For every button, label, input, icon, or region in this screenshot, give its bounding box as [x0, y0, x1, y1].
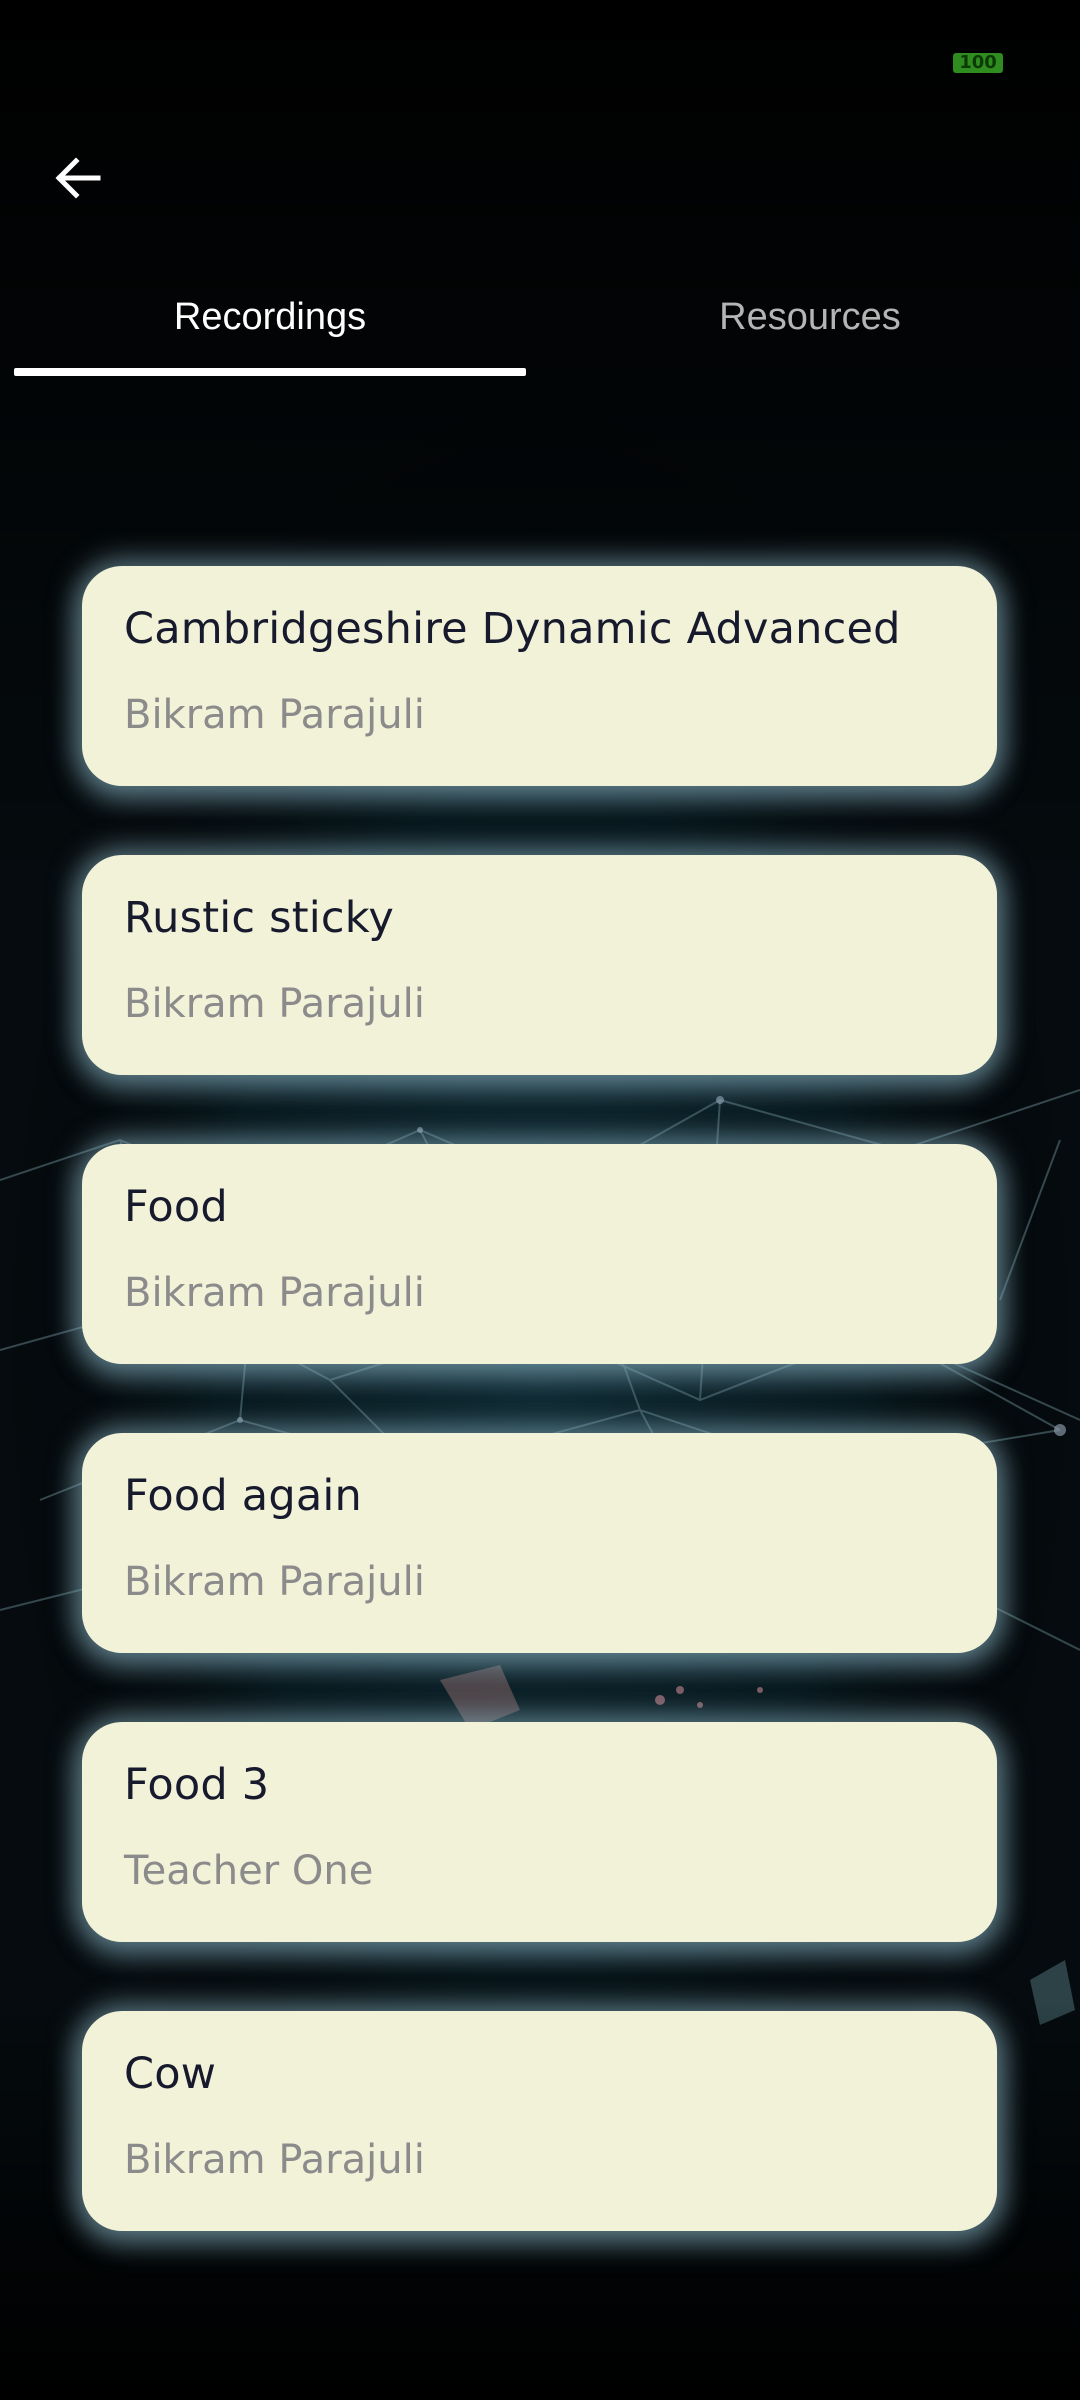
recording-author: Bikram Parajuli	[124, 1559, 425, 1605]
tab-recordings[interactable]: Recordings	[14, 265, 526, 380]
active-tab-indicator	[14, 368, 526, 376]
recording-card[interactable]: Food 3 Teacher One	[82, 1722, 997, 1942]
recording-title: Food again	[124, 1471, 362, 1521]
recording-author: Teacher One	[124, 1848, 374, 1894]
recording-title: Food	[124, 1182, 228, 1232]
status-bar: 100	[0, 0, 1080, 120]
recording-card[interactable]: Cambridgeshire Dynamic Advanced Bikram P…	[82, 566, 997, 786]
battery-level: 100	[959, 52, 997, 73]
recording-card[interactable]: Cow Bikram Parajuli	[82, 2011, 997, 2231]
tab-resources[interactable]: Resources	[554, 265, 1066, 380]
recording-title: Food 3	[124, 1760, 270, 1810]
recording-card[interactable]: Food Bikram Parajuli	[82, 1144, 997, 1364]
tab-recordings-label: Recordings	[173, 296, 367, 338]
recordings-list: Cambridgeshire Dynamic Advanced Bikram P…	[82, 566, 997, 2300]
recording-author: Bikram Parajuli	[124, 1270, 425, 1316]
battery-icon: 100	[953, 53, 1003, 73]
tab-bar: Recordings Resources	[0, 265, 1080, 380]
tab-resources-label: Resources	[719, 296, 901, 338]
recording-title: Cow	[124, 2049, 217, 2099]
recording-card[interactable]: Rustic sticky Bikram Parajuli	[82, 855, 997, 1075]
recording-title: Cambridgeshire Dynamic Advanced	[124, 604, 901, 654]
recording-author: Bikram Parajuli	[124, 981, 425, 1027]
recording-author: Bikram Parajuli	[124, 692, 425, 738]
arrow-left-icon	[55, 157, 101, 199]
recording-author: Bikram Parajuli	[124, 2137, 425, 2183]
recording-card[interactable]: Food again Bikram Parajuli	[82, 1433, 997, 1653]
recording-title: Rustic sticky	[124, 893, 394, 943]
back-button[interactable]	[38, 138, 118, 218]
